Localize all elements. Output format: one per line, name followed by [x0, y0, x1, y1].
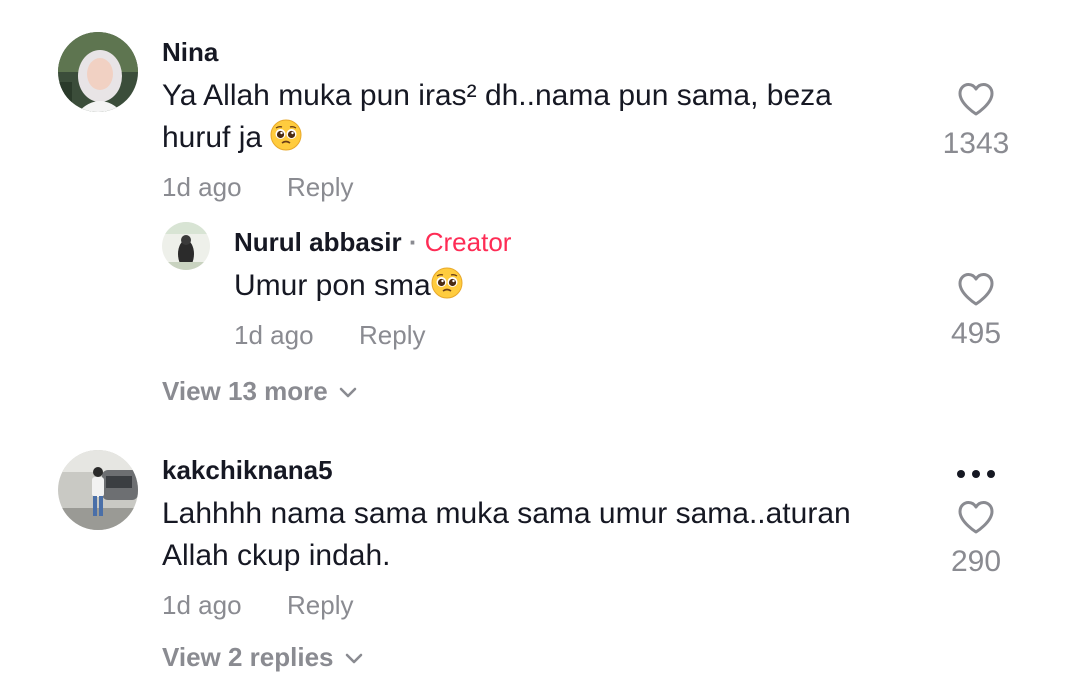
- creator-badge: Creator: [424, 227, 512, 257]
- view-more-button[interactable]: View 13 more: [162, 376, 358, 407]
- like-count: 1343: [942, 127, 1010, 160]
- avatar[interactable]: [162, 222, 210, 270]
- reply-button[interactable]: Reply: [287, 172, 353, 203]
- comment-text-line-2: huruf ja: [162, 117, 922, 163]
- reply-text-content: Umur pon sma: [234, 269, 431, 302]
- chevron-down-icon: [339, 387, 357, 397]
- comment-text: Ya Allah muka pun iras² dh..nama pun sam…: [162, 75, 922, 163]
- avatar[interactable]: [58, 450, 138, 530]
- view-replies-label: View 2 replies: [162, 642, 334, 672]
- reply-header: Nurul abbasir · Creator: [234, 227, 511, 258]
- comment-timestamp: 1d ago: [162, 590, 242, 620]
- view-replies-button[interactable]: View 2 replies: [162, 642, 364, 673]
- avatar[interactable]: [58, 32, 138, 112]
- separator-dot: ·: [408, 227, 418, 257]
- like-count: 495: [950, 317, 1002, 350]
- pleading-face-emoji-icon: [270, 119, 302, 163]
- reply-timestamp: 1d ago: [234, 320, 314, 350]
- comment-timestamp: 1d ago: [162, 172, 242, 202]
- reply-button[interactable]: Reply: [359, 320, 425, 351]
- view-more-label: View 13 more: [162, 376, 328, 406]
- heart-outline-icon: [958, 83, 994, 116]
- reply-button[interactable]: Reply: [287, 590, 353, 621]
- comment-username[interactable]: kakchiknana5: [162, 455, 333, 486]
- heart-outline-icon: [958, 273, 994, 306]
- comment-text-segment: huruf ja: [162, 121, 263, 154]
- like-button[interactable]: [957, 81, 995, 122]
- comment-text-line: Lahhhh nama sama muka sama umur sama..at…: [162, 497, 851, 530]
- comment-text-line-2: Allah ckup indah.: [162, 539, 391, 572]
- comment-username[interactable]: Nina: [162, 37, 218, 68]
- like-button[interactable]: [957, 271, 995, 312]
- more-options-button[interactable]: [955, 467, 997, 485]
- more-dots-icon: [957, 470, 995, 478]
- like-button[interactable]: [957, 499, 995, 540]
- comment-text-line: Ya Allah muka pun iras² dh..nama pun sam…: [162, 79, 832, 112]
- comment-text: Lahhhh nama sama muka sama umur sama..at…: [162, 493, 922, 577]
- chevron-down-icon: [345, 653, 362, 663]
- reply-text: Umur pon sma: [234, 265, 463, 311]
- reply-username[interactable]: Nurul abbasir: [234, 227, 402, 257]
- heart-outline-icon: [958, 501, 994, 534]
- like-count: 290: [950, 545, 1002, 578]
- pleading-face-emoji-icon: [431, 267, 463, 311]
